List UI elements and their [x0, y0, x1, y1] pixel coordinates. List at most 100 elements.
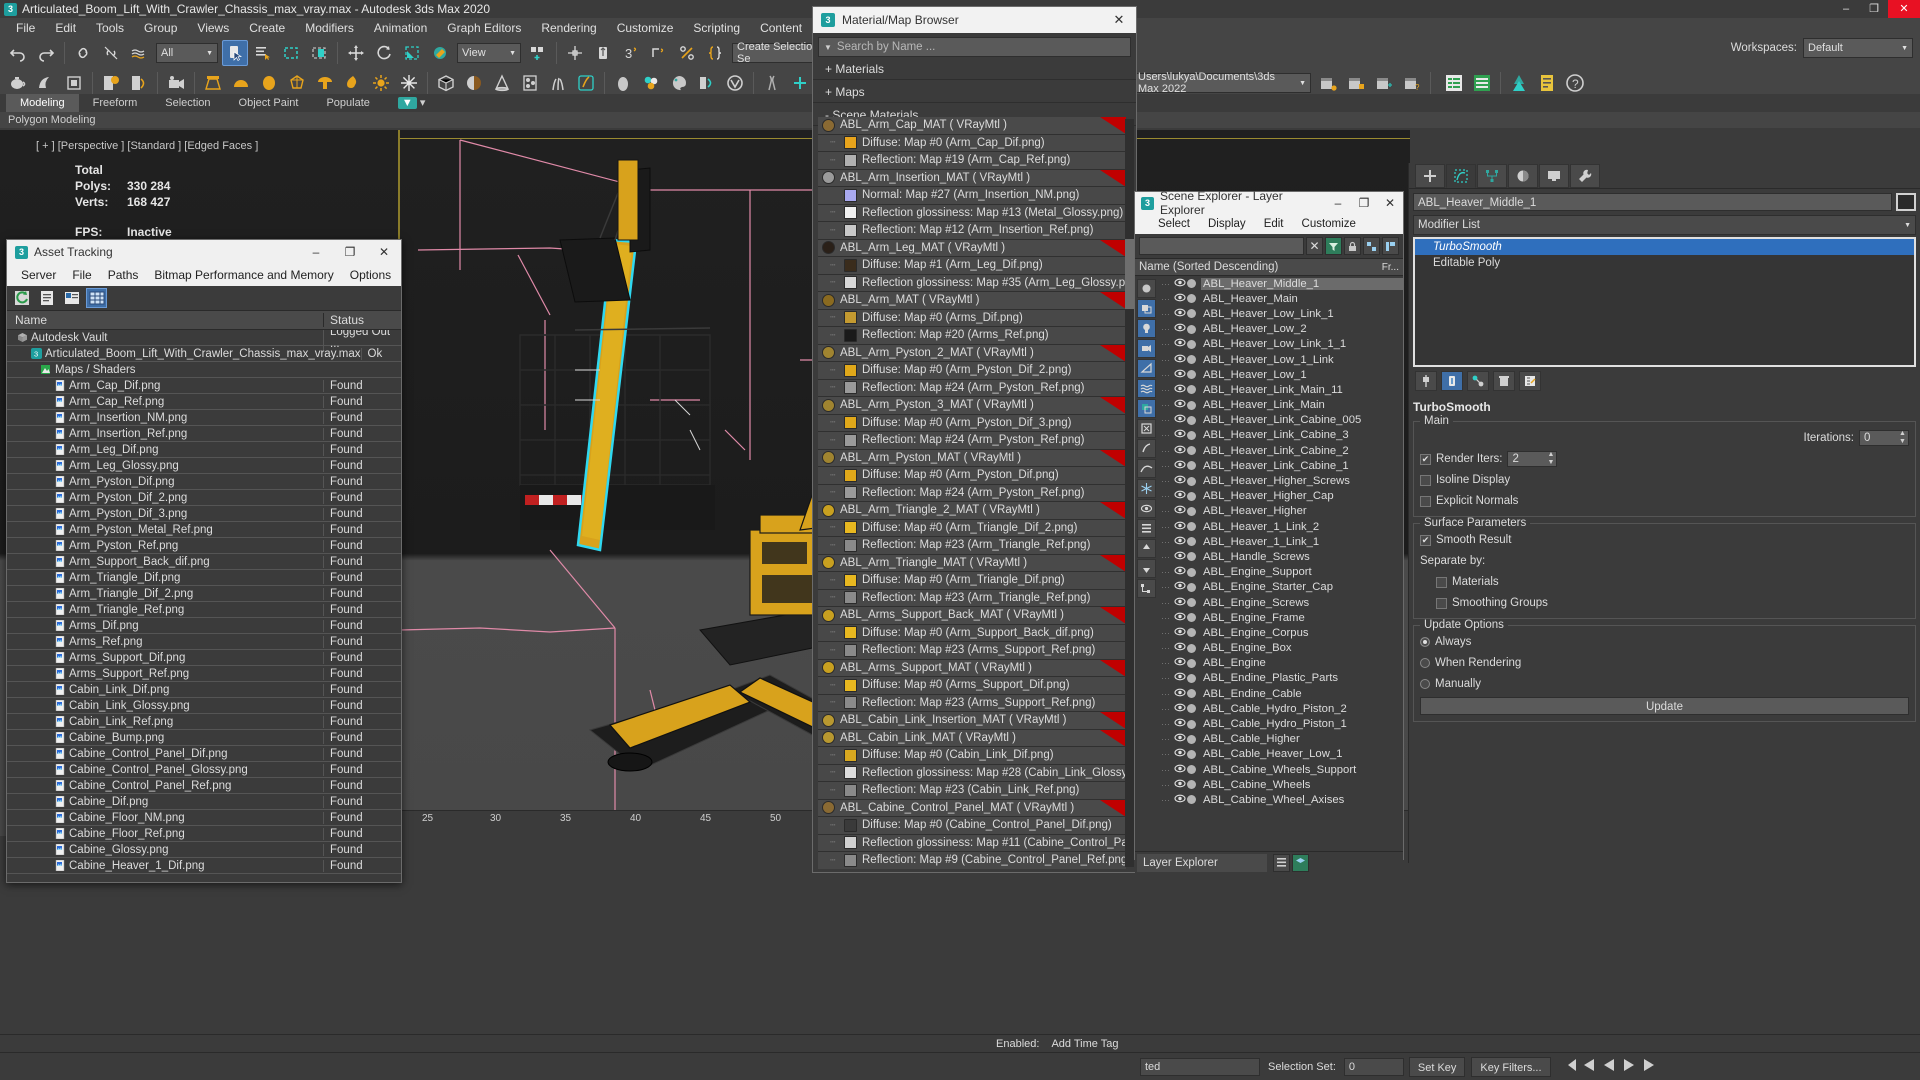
scene-explorer-row[interactable]: ··· ABL_Heaver_Link_Cabine_2	[1157, 443, 1403, 458]
asset-row[interactable]: Arm_Pyston_Dif.png Found	[7, 474, 401, 490]
material-row[interactable]: ABL_Arm_Pyston_3_MAT ( VRayMtl )	[818, 397, 1126, 415]
menu-item-rendering[interactable]: Rendering	[531, 18, 606, 38]
map-row[interactable]: ┄ Reflection: Map #23 (Arms_Support_Ref.p…	[818, 694, 1126, 712]
scene-explorer-menu-select[interactable]: Select	[1149, 218, 1199, 230]
modify-tab[interactable]	[1446, 163, 1476, 188]
scene-explorer-row[interactable]: ··· ABL_Heaver_Higher	[1157, 504, 1403, 519]
mmb-group-materials[interactable]: + Materials	[813, 59, 1136, 80]
map-row[interactable]: ┄ Diffuse: Map #0 (Arm_Triangle_Dif_2.png…	[818, 519, 1126, 537]
asset-row[interactable]: Arm_Triangle_Ref.png Found	[7, 602, 401, 618]
eye-icon[interactable]	[1173, 612, 1186, 624]
freeze-toggle-icon[interactable]	[1187, 309, 1196, 319]
material-row[interactable]: ABL_Arm_MAT ( VRayMtl )	[818, 292, 1126, 310]
asset-row[interactable]: Cabin_Link_Ref.png Found	[7, 714, 401, 730]
mmb-search-bar[interactable]: ▼ Search by Name ...	[818, 37, 1131, 57]
edit-named-selection-icon[interactable]	[702, 40, 728, 66]
modifier-list-dropdown[interactable]: Modifier List ▼	[1413, 215, 1916, 235]
scene-explorer-row[interactable]: ··· ABL_Cabine_Wheel_Axises	[1157, 792, 1403, 807]
properties-icon[interactable]	[61, 288, 82, 308]
asset-row[interactable]: Cabine_Glossy.png Found	[7, 842, 401, 858]
scene-explorer-column-header[interactable]: Name (Sorted Descending) Fr...	[1135, 258, 1403, 276]
viewport-label[interactable]: [ + ] [Perspective ] [Standard ] [Edged …	[36, 140, 258, 152]
map-row[interactable]: ┄ Reflection glossiness: Map #28 (Cabin_L…	[818, 764, 1126, 782]
scene-explorer-menu-edit[interactable]: Edit	[1255, 218, 1293, 230]
eye-icon[interactable]	[1173, 718, 1186, 730]
eye-icon[interactable]	[1173, 657, 1186, 669]
eye-icon[interactable]	[1173, 794, 1186, 806]
update-button[interactable]: Update	[1420, 697, 1909, 715]
map-row[interactable]: Normal: Map #27 (Arm_Insertion_NM.png)	[818, 187, 1126, 205]
utilities-tab[interactable]	[1570, 163, 1600, 188]
grid-icon[interactable]	[86, 288, 107, 308]
freeze-toggle-icon[interactable]	[1187, 537, 1196, 547]
freeze-toggle-icon[interactable]	[1187, 476, 1196, 486]
bind-space-warp-icon[interactable]	[126, 40, 152, 66]
freeze-toggle-icon[interactable]	[1187, 658, 1196, 668]
eye-icon[interactable]	[1173, 384, 1186, 396]
freeze-toggle-icon[interactable]	[1187, 415, 1196, 425]
hierarchy-tab[interactable]	[1477, 163, 1507, 188]
eye-icon[interactable]	[1173, 764, 1186, 776]
menu-item-customize[interactable]: Customize	[607, 18, 684, 38]
scene-explorer-row[interactable]: ··· ABL_Heaver_Middle_1	[1157, 276, 1403, 291]
spinner-arrows-icon[interactable]: ▲ ▼	[1897, 430, 1908, 446]
freeze-toggle-icon[interactable]	[1187, 355, 1196, 365]
add-time-tag-label[interactable]: Add Time Tag	[1045, 1038, 1124, 1050]
menu-item-scripting[interactable]: Scripting	[683, 18, 750, 38]
asset-table-body[interactable]: Autodesk Vault Logged Out ... 3 Articulated…	[7, 330, 401, 880]
eye-icon[interactable]	[1173, 414, 1186, 426]
scene-explorer-rows[interactable]: ··· ABL_Heaver_Middle_1 ··· ABL_Heaver_Main…	[1157, 276, 1403, 851]
timeline-bar[interactable]: Enabled: Add Time Tag	[0, 1034, 1920, 1052]
asset-row[interactable]: Arms_Support_Dif.png Found	[7, 650, 401, 666]
ribbon-subtab-label[interactable]: Polygon Modeling	[8, 114, 95, 126]
freeze-toggle-icon[interactable]	[1187, 673, 1196, 683]
hemisphere-icon[interactable]	[461, 70, 487, 96]
scene-explorer-row[interactable]: ··· ABL_Heaver_1_Link_1	[1157, 534, 1403, 549]
manually-radio[interactable]	[1420, 679, 1430, 689]
shape-filter-icon[interactable]	[1136, 459, 1156, 478]
menu-item-graph-editors[interactable]: Graph Editors	[437, 18, 531, 38]
pin-icon[interactable]	[1363, 237, 1380, 255]
asset-row[interactable]: Arms_Dif.png Found	[7, 618, 401, 634]
eye-icon[interactable]	[1173, 597, 1186, 609]
asset-row[interactable]: Cabine_Dif.png Found	[7, 794, 401, 810]
hierarchy-icon[interactable]	[1136, 579, 1156, 598]
eye-icon[interactable]	[1173, 581, 1186, 593]
menu-item-animation[interactable]: Animation	[364, 18, 437, 38]
columns-icon[interactable]	[1382, 237, 1399, 255]
box-icon[interactable]	[433, 70, 459, 96]
scene-explorer-row[interactable]: ··· ABL_Engine_Support	[1157, 565, 1403, 580]
map-row[interactable]: ┄ Diffuse: Map #1 (Arm_Leg_Dif.png)	[818, 257, 1126, 275]
eye-icon[interactable]	[1173, 338, 1186, 350]
scene-explorer-menu-customize[interactable]: Customize	[1293, 218, 1365, 230]
save-file-icon[interactable]	[1343, 70, 1369, 96]
freeze-toggle-icon[interactable]	[1187, 749, 1196, 759]
scene-explorer-maximize-button[interactable]: ❐	[1351, 196, 1377, 210]
snap-toggle-icon[interactable]	[562, 40, 588, 66]
map-row[interactable]: ┄ Diffuse: Map #0 (Arm_Cap_Dif.png)	[818, 134, 1126, 152]
unlink-icon[interactable]	[98, 40, 124, 66]
material-row[interactable]: ABL_Cabin_Link_Insertion_MAT ( VRayMtl )	[818, 712, 1126, 730]
key-filters-button[interactable]: Key Filters...	[1471, 1056, 1551, 1077]
map-row[interactable]: ┄ Reflection: Map #23 (Arms_Support_Ref.p…	[818, 642, 1126, 660]
asset-row[interactable]: Arm_Leg_Glossy.png Found	[7, 458, 401, 474]
freeze-toggle-icon[interactable]	[1187, 795, 1196, 805]
menu-item-modifiers[interactable]: Modifiers	[295, 18, 364, 38]
map-row[interactable]: ┄ Reflection: Map #24 (Arm_Pyston_Ref.png…	[818, 484, 1126, 502]
selection-filter-combo[interactable]: All ▼	[156, 43, 218, 63]
notes-icon[interactable]	[1534, 70, 1560, 96]
asset-menu-paths[interactable]: Paths	[100, 268, 147, 282]
eye-icon[interactable]	[1173, 521, 1186, 533]
scene-explorer-row[interactable]: ··· ABL_Engine_Corpus	[1157, 625, 1403, 640]
helper-filter-icon[interactable]	[1136, 359, 1156, 378]
set-key-button[interactable]: Set Key	[1408, 1056, 1466, 1077]
explicit-normals-checkbox[interactable]	[1420, 495, 1431, 507]
percent-icon[interactable]	[674, 40, 700, 66]
reference-coordinate-combo[interactable]: View ▼	[457, 43, 521, 63]
eye-icon[interactable]	[1173, 536, 1186, 548]
freeze-toggle-icon[interactable]	[1187, 689, 1196, 699]
asset-row[interactable]: Arm_Insertion_Ref.png Found	[7, 426, 401, 442]
ribbon-tab-selection[interactable]: Selection	[151, 94, 224, 112]
material-row[interactable]: ABL_Cabine_Control_Panel_MAT ( VRayMtl )	[818, 799, 1126, 817]
freeze-toggle-icon[interactable]	[1187, 719, 1196, 729]
